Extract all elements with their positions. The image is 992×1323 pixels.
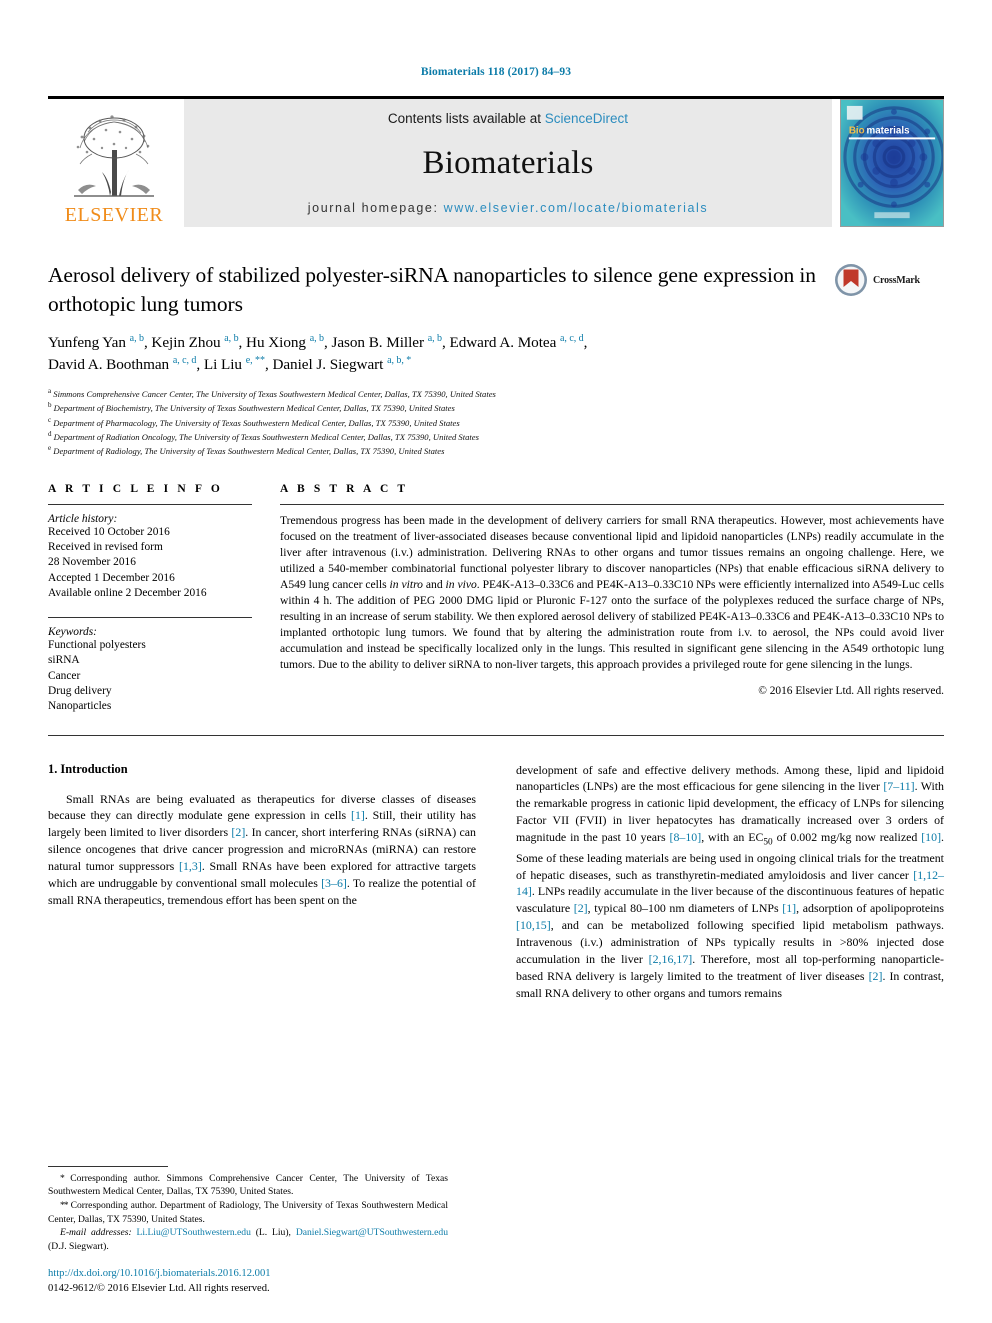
affiliation-text: Department of Biochemistry, The Universi… [51,403,455,414]
article-history-item: Accepted 1 December 2016 [48,571,175,584]
introduction-heading: 1. Introduction [48,761,128,776]
journal-cover-thumbnail[interactable]: Bio materials [840,99,944,227]
title-block: Aerosol delivery of stabilized polyester… [48,261,944,318]
introduction-paragraph-left: Small RNAs are being evaluated as therap… [48,791,476,907]
svg-text:Bio: Bio [849,125,865,136]
issn-copyright: 0142-9612/© 2016 Elsevier Ltd. All right… [48,1283,270,1295]
affiliation-item: a Simmons Comprehensive Cancer Center, T… [48,386,944,400]
journal-masthead: ELSEVIER Contents lists available at Sci… [48,99,944,227]
body-columns: 1. Introduction Small RNAs are being eva… [48,762,944,1002]
homepage-prefix: journal homepage: [307,201,439,215]
contents-prefix: Contents lists available at [387,111,542,126]
article-page: Biomaterials 118 (2017) 84–93 ELSEVIER C… [0,0,992,1323]
footnote-rule [48,1165,168,1167]
crossmark-icon [835,264,867,296]
author-list: Yunfeng Yan a, b, Kejin Zhou a, b, Hu Xi… [48,333,588,374]
email-addresses: E-mail addresses: Li.Liu@UTSouthwestern.… [48,1227,448,1252]
abstract-column: A B S T R A C T Tremendous progress has … [280,483,944,715]
keyword-item: Drug delivery [48,684,112,697]
affiliation-text: Department of Pharmacology, The Universi… [51,417,460,428]
corresponding-author-1: * Corresponding author. Simmons Comprehe… [48,1172,448,1198]
corresponding-author-2: ** Corresponding author. Department of R… [48,1199,448,1225]
crossmark-label: CrossMark [873,274,920,286]
abstract-heading: A B S T R A C T [280,482,409,495]
keywords-list: Functional polyesters siRNA Cancer Drug del… [48,638,252,714]
doi-block: http://dx.doi.org/10.1016/j.biomaterials… [48,1267,448,1297]
abstract-rule [280,503,944,505]
journal-homepage-line: journal homepage: www.elsevier.com/locat… [308,201,708,215]
body-column-right: development of safe and effective delive… [516,762,944,1002]
sciencedirect-link[interactable]: ScienceDirect [545,111,628,126]
keyword-item: siRNA [48,654,80,667]
affiliation-text: Simmons Comprehensive Cancer Center, The… [51,389,496,400]
affiliation-item: c Department of Pharmacology, The Univer… [48,415,944,429]
article-info-heading: A R T I C L E I N F O [48,482,223,495]
elsevier-wordmark: ELSEVIER [64,204,164,226]
article-history-item: Available online 2 December 2016 [48,586,207,599]
affiliation-item: b Department of Biochemistry, The Univer… [48,400,944,414]
elsevier-logo[interactable]: ELSEVIER [48,99,180,227]
article-history-item: 28 November 2016 [48,556,136,569]
affiliation-text: Department of Radiation Oncology, The Un… [51,431,479,442]
introduction-paragraph-right: development of safe and effective delive… [516,762,945,1000]
affiliation-item: d Department of Radiation Oncology, The … [48,429,944,443]
article-history-item: Received 10 October 2016 [48,525,170,538]
homepage-url-link[interactable]: www.elsevier.com/locate/biomaterials [444,201,709,215]
article-info-column: A R T I C L E I N F O Article history: R… [48,483,280,715]
keyword-item: Cancer [48,669,81,682]
footnote-block: * Corresponding author. Simmons Comprehe… [48,1165,448,1297]
abstract-bottom-rule [48,734,944,736]
article-info-rule [48,503,252,505]
abstract-body: Tremendous progress has been made in the… [280,513,944,671]
svg-text:materials: materials [867,125,911,136]
journal-title: Biomaterials [422,145,594,181]
keyword-item: Nanoparticles [48,700,112,713]
article-title: Aerosol delivery of stabilized polyester… [48,263,816,316]
keywords-label: Keywords: [48,626,97,639]
doi-link[interactable]: http://dx.doi.org/10.1016/j.biomaterials… [48,1267,448,1282]
keyword-item: Functional polyesters [48,639,146,652]
info-abstract-block: A R T I C L E I N F O Article history: R… [48,483,944,715]
crossmark-badge[interactable]: CrossMark [834,261,944,297]
affiliation-text: Department of Radiology, The University … [51,445,445,456]
article-history-list: Received 10 October 2016 Received in revi… [48,525,252,601]
running-head: Biomaterials 118 (2017) 84–93 [420,66,572,78]
body-column-left: 1. Introduction Small RNAs are being eva… [48,762,476,1002]
cover-artwork: Bio materials [841,100,943,226]
masthead-center: Contents lists available at ScienceDirec… [184,99,832,227]
contents-available-line: Contents lists available at ScienceDirec… [388,111,628,126]
affiliation-item: e Department of Radiology, The Universit… [48,443,944,457]
article-history-label: Article history: [48,512,118,525]
article-history-item: Received in revised form [48,540,163,553]
affiliation-list: a Simmons Comprehensive Cancer Center, T… [48,386,944,456]
keywords-rule [48,617,252,619]
abstract-copyright: © 2016 Elsevier Ltd. All rights reserved… [758,684,944,697]
elsevier-tree-icon [74,115,154,197]
